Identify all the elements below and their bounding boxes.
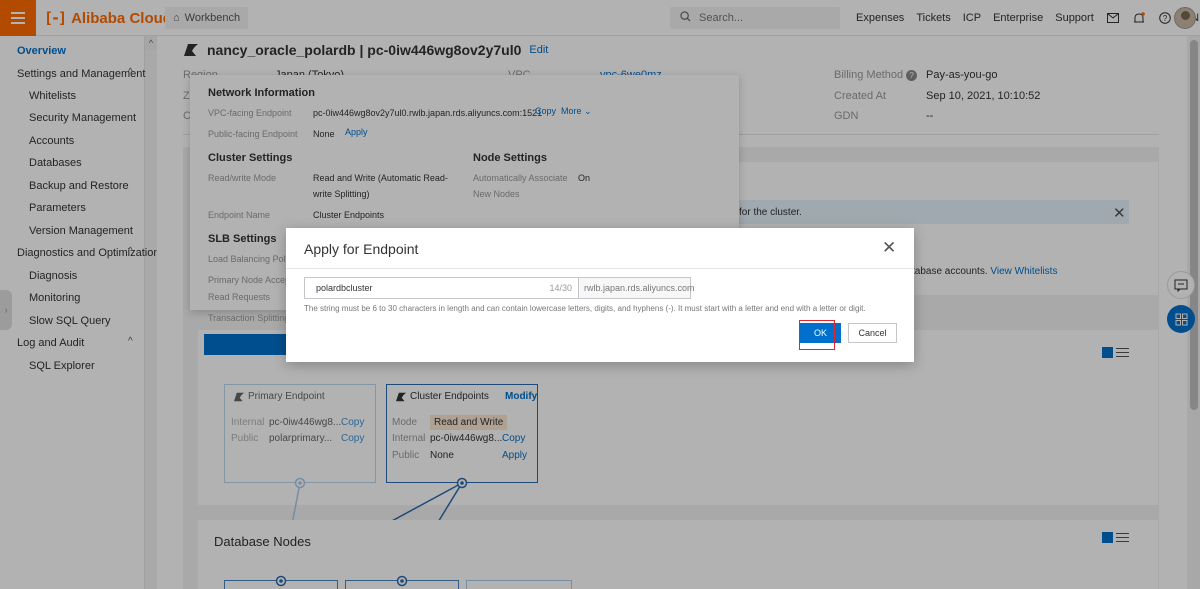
apply-endpoint-dialog: Apply for Endpoint ✕ 14/30 rwlb.japan.rd…: [286, 228, 914, 362]
cancel-button[interactable]: Cancel: [848, 323, 897, 343]
endpoint-suffix: rwlb.japan.rds.aliyuncs.com: [578, 277, 695, 299]
input-hint: The string must be 6 to 30 characters in…: [304, 304, 866, 313]
dialog-divider: [286, 268, 914, 269]
dialog-title: Apply for Endpoint: [304, 241, 419, 257]
endpoint-prefix-input[interactable]: [305, 278, 550, 298]
ok-button[interactable]: OK: [800, 323, 841, 343]
close-icon[interactable]: ✕: [882, 238, 896, 258]
endpoint-name-field[interactable]: 14/30: [304, 277, 579, 299]
char-counter: 14/30: [549, 283, 572, 293]
